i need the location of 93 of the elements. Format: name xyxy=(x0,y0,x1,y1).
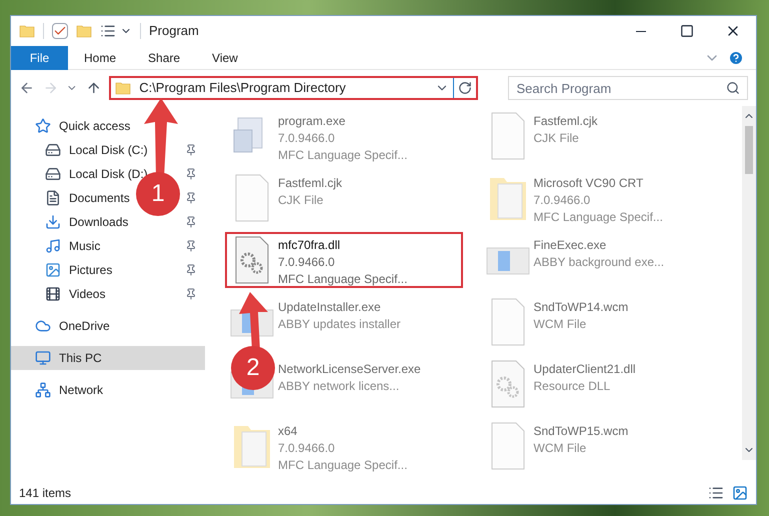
folder-icon xyxy=(115,80,132,96)
file-item[interactable]: UpdaterClient21.dll Resource DLL xyxy=(534,360,636,395)
file-name: program.exe xyxy=(278,113,346,130)
file-detail: MFC Language Specif... xyxy=(278,147,408,164)
file-name: SndToWP14.wcm xyxy=(534,299,628,316)
pin-icon[interactable] xyxy=(185,216,197,228)
refresh-icon[interactable] xyxy=(458,81,472,95)
nav-item[interactable]: Quick access xyxy=(11,114,205,138)
nav-item[interactable]: OneDrive xyxy=(11,314,205,338)
drive-icon xyxy=(45,142,61,158)
pin-icon[interactable] xyxy=(185,144,197,156)
file-item[interactable]: UpdateInstaller.exe ABBY updates installer xyxy=(278,298,401,333)
item-count: 141 items xyxy=(19,485,72,502)
nav-item[interactable]: Network xyxy=(11,378,205,402)
file-name: mfc70fra.dll xyxy=(278,237,342,254)
maximize-icon xyxy=(680,24,694,38)
nav-item[interactable]: Pictures xyxy=(69,261,112,279)
address-field[interactable]: C:\Program Files\Program Directory xyxy=(109,76,478,100)
file-detail: MFC Language Specif... xyxy=(278,271,408,288)
file-item[interactable]: Fastfeml.cjk CJK File xyxy=(278,174,342,209)
file-detail: MFC Language Specif... xyxy=(534,209,663,226)
nav-item[interactable]: Videos xyxy=(69,285,106,303)
file-item[interactable]: NetworkLicenseServer.exe ABBY network licens... xyxy=(278,360,421,395)
cloud-icon xyxy=(35,318,51,334)
file-item[interactable]: SndToWP14.wcm WCM File xyxy=(534,298,628,333)
file-detail: Resource DLL xyxy=(534,378,612,395)
folder-icon xyxy=(76,23,92,39)
monitor-icon xyxy=(35,350,51,366)
pin-icon[interactable] xyxy=(185,168,197,180)
download-icon xyxy=(45,214,61,230)
search-field[interactable]: Search Program xyxy=(508,76,748,100)
large-icons-view-icon[interactable] xyxy=(732,485,748,501)
file-detail: WCM File xyxy=(534,316,588,333)
file-item[interactable]: program.exe 7.0.9466.0 MFC Language Specif... xyxy=(278,112,408,164)
file-item[interactable]: FineExec.exe ABBY background exe... xyxy=(534,236,664,271)
ribbon-tab[interactable]: Home xyxy=(72,46,128,70)
folder-icon xyxy=(19,23,35,39)
up-icon[interactable] xyxy=(86,80,102,96)
nav-item[interactable]: Downloads xyxy=(69,213,128,231)
scrollbar[interactable] xyxy=(742,106,756,460)
file-item[interactable]: Microsoft VC90 CRT 7.0.9466.0 MFC Language Specif... xyxy=(534,174,663,226)
nav-item[interactable]: Music xyxy=(69,237,100,255)
view-list-icon[interactable] xyxy=(100,23,116,39)
pin-icon[interactable] xyxy=(185,264,197,276)
nav-item[interactable]: This PC xyxy=(11,346,205,370)
file-name: FineExec.exe xyxy=(534,237,608,254)
file-item[interactable]: Fastfeml.cjk CJK File xyxy=(534,112,598,147)
file-name: Fastfeml.cjk xyxy=(278,175,342,192)
file-detail: ABBY updates installer xyxy=(278,316,401,333)
file-name: Fastfeml.cjk xyxy=(534,113,598,130)
file-name: x64 xyxy=(278,423,298,440)
file-name: UpdateInstaller.exe xyxy=(278,299,382,316)
file-detail: 7.0.9466.0 xyxy=(278,440,336,457)
properties-icon[interactable] xyxy=(52,23,68,39)
file-detail: MFC Language Specif... xyxy=(278,457,408,474)
window-title: Program xyxy=(149,22,199,40)
scroll-thumb[interactable] xyxy=(745,126,753,174)
drive-icon xyxy=(45,166,61,182)
file-detail: CJK File xyxy=(534,130,580,147)
file-detail: CJK File xyxy=(278,192,324,209)
file-detail: ABBY background exe... xyxy=(534,254,664,271)
file-item[interactable]: SndToWP15.wcm WCM File xyxy=(534,422,628,457)
help-icon[interactable] xyxy=(728,50,744,66)
pin-icon[interactable] xyxy=(185,240,197,252)
document-icon xyxy=(45,190,61,206)
star-icon xyxy=(35,118,51,134)
annotation-arrow xyxy=(236,292,270,350)
file-detail: 7.0.9466.0 xyxy=(534,192,592,209)
music-icon xyxy=(45,238,61,254)
pin-icon[interactable] xyxy=(185,192,197,204)
file-name: UpdaterClient21.dll xyxy=(534,361,636,378)
file-detail: ABBY network licens... xyxy=(278,378,400,395)
file-name: Microsoft VC90 CRT xyxy=(534,175,644,192)
ribbon-tab[interactable]: Share xyxy=(136,46,192,70)
details-view-icon[interactable] xyxy=(708,485,724,501)
ribbon-tab[interactable]: View xyxy=(200,46,250,70)
file-name: NetworkLicenseServer.exe xyxy=(278,361,421,378)
ribbon-tab[interactable]: File xyxy=(11,46,68,70)
file-detail: 7.0.9466.0 xyxy=(278,130,336,147)
picture-icon xyxy=(45,262,61,278)
nav-item[interactable]: Local Disk (C:) xyxy=(69,141,148,159)
file-item[interactable]: x64 7.0.9466.0 MFC Language Specif... xyxy=(278,422,408,474)
file-detail: WCM File xyxy=(534,440,588,457)
nav-item[interactable]: Documents xyxy=(69,189,130,207)
file-detail: 7.0.9466.0 xyxy=(278,254,336,271)
pin-icon[interactable] xyxy=(185,288,197,300)
film-icon xyxy=(45,286,61,302)
search-icon xyxy=(726,81,740,95)
file-name: SndToWP15.wcm xyxy=(534,423,628,440)
network-icon xyxy=(35,382,51,398)
minimize-icon xyxy=(636,30,646,32)
back-icon[interactable] xyxy=(19,80,35,96)
file-item[interactable]: mfc70fra.dll 7.0.9466.0 MFC Language Specif... xyxy=(225,232,463,288)
